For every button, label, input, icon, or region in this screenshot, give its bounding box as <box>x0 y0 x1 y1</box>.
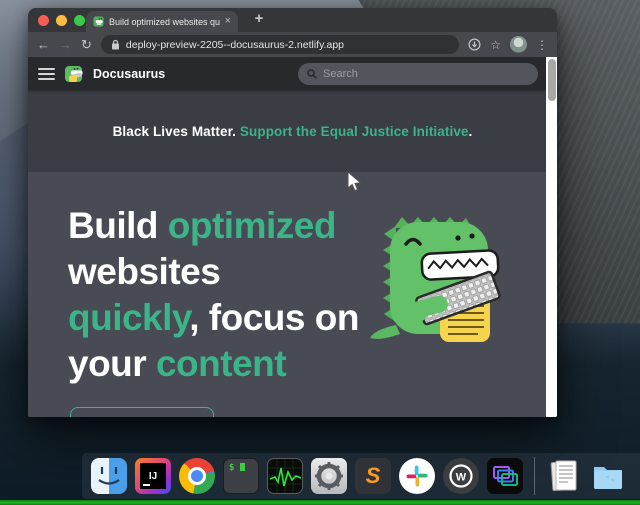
secure-lock-icon <box>111 39 120 50</box>
desktop: Build optimized websites quick × + ← → ↻… <box>0 0 640 505</box>
intellij-idea-dock-icon[interactable]: IJ <box>135 458 171 494</box>
forward-icon[interactable]: → <box>59 38 72 51</box>
workplace-w-icon: W <box>447 462 475 490</box>
search-icon <box>307 69 317 79</box>
hero-title-segment: websites <box>68 251 220 292</box>
hero-title-segment: your <box>68 343 156 384</box>
document-stack-icon <box>546 458 582 494</box>
workplace-dock-icon[interactable]: W <box>443 458 479 494</box>
hamburger-menu-icon[interactable] <box>38 68 55 80</box>
downloads-folder-dock-icon[interactable] <box>590 458 626 494</box>
browser-menu-icon[interactable]: ⋮ <box>536 39 548 51</box>
slack-logo-icon <box>405 464 429 488</box>
sublime-s-logo-icon: S <box>366 463 381 489</box>
site-navbar: Docusaurus <box>28 57 557 90</box>
gear-icon <box>314 461 344 491</box>
tab-close-icon[interactable]: × <box>225 16 231 27</box>
back-icon[interactable]: ← <box>37 38 50 51</box>
announcement-banner: Black Lives Matter. Support the Equal Ju… <box>28 90 557 172</box>
scrollbar-thumb[interactable] <box>548 59 556 101</box>
zoom-window-button[interactable] <box>74 15 85 26</box>
mouse-cursor <box>346 171 362 193</box>
terminal-prompt-icon: $ <box>229 463 240 473</box>
bookmark-star-icon[interactable]: ☆ <box>490 39 501 51</box>
reload-icon[interactable]: ↻ <box>81 38 92 51</box>
finder-dock-icon[interactable] <box>91 458 127 494</box>
blue-folder-icon <box>590 458 626 494</box>
docusaurus-favicon-icon <box>93 16 104 27</box>
banner-link[interactable]: Support the Equal Justice Initiative <box>236 124 469 139</box>
browser-toolbar: ← → ↻ deploy-preview-2205--docusaurus-2.… <box>28 32 557 57</box>
browser-tabstrip: Build optimized websites quick × + <box>28 8 557 32</box>
activity-monitor-dock-icon[interactable] <box>267 458 303 494</box>
hero-section: Build optimized websites quickly, focus … <box>28 172 557 417</box>
ekg-graph-icon <box>268 459 302 493</box>
address-bar[interactable]: deploy-preview-2205--docusaurus-2.netlif… <box>101 35 459 54</box>
dock: IJ $ <box>82 453 640 499</box>
documents-stack-dock-icon[interactable] <box>546 458 582 494</box>
page-viewport: Docusaurus Black Lives Matter. Support t… <box>28 57 557 417</box>
minimize-window-button[interactable] <box>56 15 67 26</box>
hero-title-segment: content <box>156 343 286 384</box>
page-action-icon[interactable] <box>468 38 481 51</box>
slack-dock-icon[interactable] <box>399 458 435 494</box>
search-input[interactable] <box>323 68 529 80</box>
site-brand[interactable]: Docusaurus <box>93 67 165 81</box>
tab-title: Build optimized websites quick <box>109 17 220 27</box>
profile-avatar[interactable] <box>510 36 527 53</box>
hero-cta-button[interactable] <box>70 407 214 417</box>
url-text: deploy-preview-2205--docusaurus-2.netlif… <box>126 39 344 51</box>
new-tab-button[interactable]: + <box>250 10 268 27</box>
page-scrollbar[interactable] <box>546 57 557 417</box>
system-preferences-dock-icon[interactable] <box>311 458 347 494</box>
chrome-dock-icon[interactable] <box>179 458 215 494</box>
intellij-ij-logo-icon: IJ <box>140 463 166 489</box>
close-window-button[interactable] <box>38 15 49 26</box>
hero-title-segment: Build <box>68 205 168 246</box>
terminal-dock-icon[interactable]: $ <box>223 458 259 494</box>
hero-title: Build optimized websites quickly, focus … <box>68 203 359 387</box>
browser-tab[interactable]: Build optimized websites quick × <box>86 11 238 32</box>
dock-divider <box>534 457 535 495</box>
browser-window: Build optimized websites quick × + ← → ↻… <box>28 8 557 417</box>
finder-face-icon <box>91 458 127 494</box>
banner-suffix: . <box>469 124 473 139</box>
hero-title-segment: , focus on <box>189 297 359 338</box>
svg-text:W: W <box>456 472 467 484</box>
hero-title-segment: optimized <box>168 205 336 246</box>
banner-text: Black Lives Matter. Support the Equal Ju… <box>113 124 473 139</box>
hero-title-segment: quickly <box>68 297 189 338</box>
docusaurus-mascot-illustration <box>366 210 506 345</box>
screen-recording-indicator-line <box>0 500 640 505</box>
search-box[interactable] <box>298 63 538 85</box>
docusaurus-logo-icon[interactable] <box>64 64 84 84</box>
window-controls <box>38 15 85 26</box>
sublime-text-dock-icon[interactable]: S <box>355 458 391 494</box>
screens-app-dock-icon[interactable] <box>487 458 523 494</box>
overlapping-screens-icon <box>489 460 521 492</box>
banner-bold-text: Black Lives Matter. <box>113 124 236 139</box>
